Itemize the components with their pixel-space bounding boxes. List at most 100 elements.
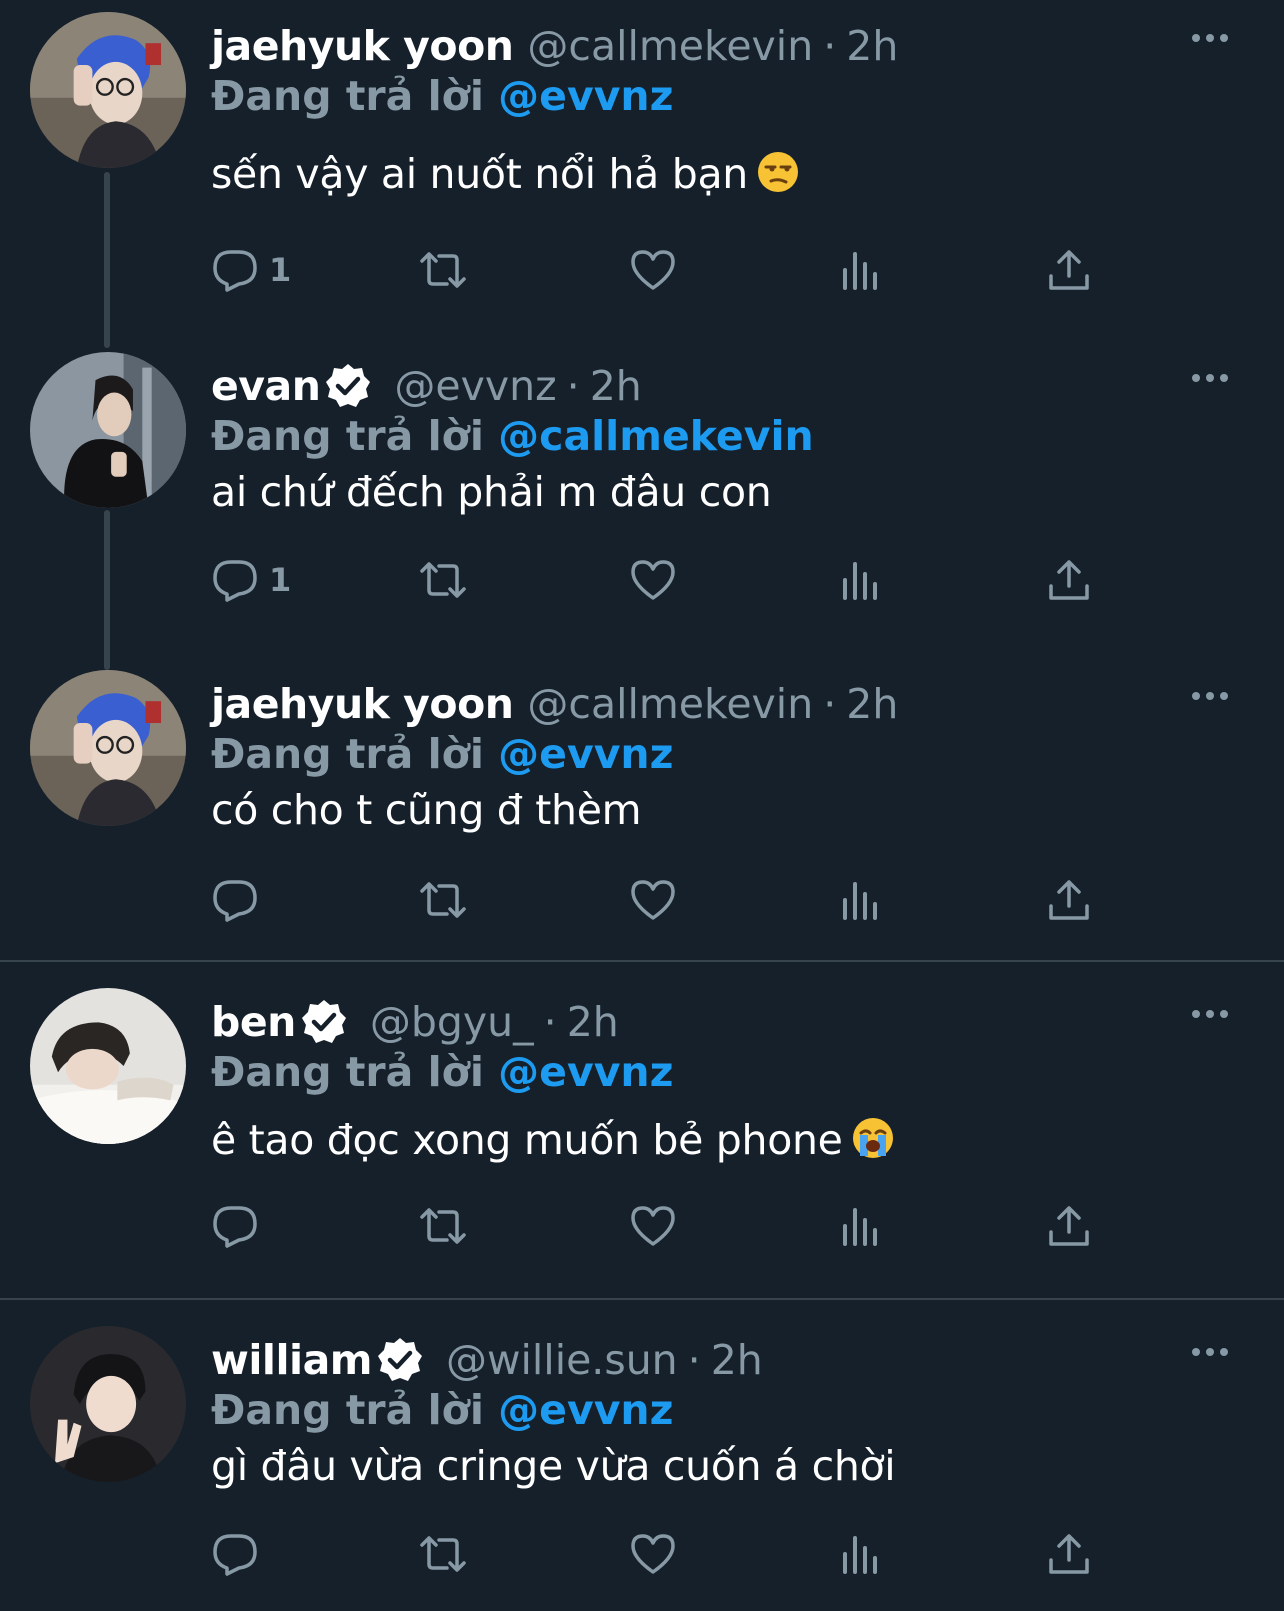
views-button[interactable] bbox=[837, 242, 885, 298]
separator-dot: · bbox=[823, 22, 837, 70]
mention-link[interactable]: @evvnz bbox=[498, 72, 673, 120]
avatar[interactable] bbox=[30, 670, 186, 826]
heart-icon bbox=[631, 560, 675, 600]
verified-badge-icon bbox=[376, 1336, 424, 1384]
timestamp[interactable]: 2h bbox=[711, 1336, 763, 1384]
share-button[interactable] bbox=[1045, 552, 1093, 608]
heart-icon bbox=[631, 880, 675, 920]
share-upload-icon bbox=[1049, 1206, 1089, 1246]
views-chart-icon bbox=[843, 252, 877, 290]
reply-button[interactable] bbox=[211, 1198, 269, 1254]
retweet-button[interactable] bbox=[419, 872, 467, 928]
replying-to-label: Đang trả lời bbox=[211, 412, 484, 460]
share-button[interactable] bbox=[1045, 872, 1093, 928]
more-options-icon[interactable] bbox=[1190, 1344, 1230, 1360]
more-options-icon[interactable] bbox=[1190, 1006, 1230, 1022]
display-name[interactable]: evan bbox=[211, 362, 321, 410]
reply-button[interactable]: 1 bbox=[211, 242, 291, 298]
mention-link[interactable]: @evvnz bbox=[498, 1048, 673, 1096]
views-button[interactable] bbox=[837, 872, 885, 928]
loudly-crying-face-icon bbox=[851, 1116, 895, 1160]
heart-icon bbox=[631, 1206, 675, 1246]
timestamp[interactable]: 2h bbox=[567, 998, 619, 1046]
replying-to: Đang trả lời @evvnz bbox=[211, 730, 673, 778]
reply-bubble-icon bbox=[213, 250, 257, 292]
reply-bubble-icon bbox=[213, 560, 257, 602]
replying-to: Đang trả lời @evvnz bbox=[211, 1386, 673, 1434]
like-button[interactable] bbox=[629, 1198, 677, 1254]
display-name[interactable]: jaehyuk yoon bbox=[211, 680, 514, 728]
user-handle[interactable]: @callmekevin bbox=[527, 22, 813, 70]
heart-icon bbox=[631, 250, 675, 290]
display-name[interactable]: jaehyuk yoon bbox=[211, 22, 514, 70]
reply-count: 1 bbox=[269, 251, 292, 289]
replying-to: Đang trả lời @evvnz bbox=[211, 72, 673, 120]
like-button[interactable] bbox=[629, 552, 677, 608]
retweet-button[interactable] bbox=[419, 1198, 467, 1254]
replying-to-label: Đang trả lời bbox=[211, 730, 484, 778]
avatar[interactable] bbox=[30, 1326, 186, 1482]
views-chart-icon bbox=[843, 882, 877, 920]
avatar[interactable] bbox=[30, 988, 186, 1144]
tweet[interactable]: william @willie.sun · 2h Đang trả lời @e… bbox=[0, 1314, 1284, 1611]
more-options-icon[interactable] bbox=[1190, 688, 1230, 704]
views-button[interactable] bbox=[837, 1198, 885, 1254]
user-handle[interactable]: @evvnz bbox=[394, 362, 556, 410]
user-handle[interactable]: @bgyu_ bbox=[370, 998, 534, 1046]
tweet-text-content: có cho t cũng đ thèm bbox=[211, 786, 642, 834]
retweet-icon bbox=[420, 562, 466, 598]
timestamp[interactable]: 2h bbox=[590, 362, 642, 410]
like-button[interactable] bbox=[629, 1526, 677, 1582]
share-button[interactable] bbox=[1045, 1198, 1093, 1254]
mention-link[interactable]: @callmekevin bbox=[498, 412, 814, 460]
tweet[interactable]: jaehyuk yoon @callmekevin · 2h Đang trả … bbox=[0, 658, 1284, 960]
retweet-button[interactable] bbox=[419, 242, 467, 298]
reply-button[interactable] bbox=[211, 872, 269, 928]
tweet-text: sến vậy ai nuốt nổi hả bạn bbox=[211, 150, 800, 198]
separator-dot: · bbox=[543, 998, 557, 1046]
user-handle[interactable]: @willie.sun bbox=[446, 1336, 678, 1384]
timestamp[interactable]: 2h bbox=[846, 22, 898, 70]
tweet-text: có cho t cũng đ thèm bbox=[211, 786, 642, 834]
avatar[interactable] bbox=[30, 352, 186, 508]
views-button[interactable] bbox=[837, 552, 885, 608]
share-upload-icon bbox=[1049, 560, 1089, 600]
replying-to-label: Đang trả lời bbox=[211, 1386, 484, 1434]
replying-to: Đang trả lời @callmekevin bbox=[211, 412, 814, 460]
retweet-icon bbox=[420, 1208, 466, 1244]
mention-link[interactable]: @evvnz bbox=[498, 1386, 673, 1434]
share-button[interactable] bbox=[1045, 1526, 1093, 1582]
timestamp[interactable]: 2h bbox=[846, 680, 898, 728]
views-chart-icon bbox=[843, 1208, 877, 1246]
tweet[interactable]: ben @bgyu_ · 2h Đang trả lời @evvnz ê ta… bbox=[0, 976, 1284, 1298]
more-options-icon[interactable] bbox=[1190, 370, 1230, 386]
mention-link[interactable]: @evvnz bbox=[498, 730, 673, 778]
separator-dot: · bbox=[566, 362, 580, 410]
tweet-text-content: sến vậy ai nuốt nổi hả bạn bbox=[211, 150, 748, 198]
retweet-icon bbox=[420, 1536, 466, 1572]
more-options-icon[interactable] bbox=[1190, 30, 1230, 46]
reply-count: 1 bbox=[269, 561, 292, 599]
reply-button[interactable] bbox=[211, 1526, 269, 1582]
like-button[interactable] bbox=[629, 872, 677, 928]
display-name[interactable]: william bbox=[211, 1336, 372, 1384]
retweet-icon bbox=[420, 252, 466, 288]
tweet-divider bbox=[0, 960, 1284, 962]
views-chart-icon bbox=[843, 562, 877, 600]
reply-bubble-icon bbox=[213, 880, 257, 922]
share-upload-icon bbox=[1049, 880, 1089, 920]
like-button[interactable] bbox=[629, 242, 677, 298]
verified-badge-icon bbox=[324, 362, 372, 410]
display-name[interactable]: ben bbox=[211, 998, 296, 1046]
retweet-button[interactable] bbox=[419, 1526, 467, 1582]
tweet-text-content: gì đâu vừa cringe vừa cuốn á chời bbox=[211, 1442, 896, 1490]
user-handle[interactable]: @callmekevin bbox=[527, 680, 813, 728]
retweet-button[interactable] bbox=[419, 552, 467, 608]
reply-button[interactable]: 1 bbox=[211, 552, 291, 608]
share-button[interactable] bbox=[1045, 242, 1093, 298]
views-button[interactable] bbox=[837, 1526, 885, 1582]
tweet[interactable]: jaehyuk yoon @callmekevin · 2h Đang trả … bbox=[0, 0, 1284, 340]
tweet[interactable]: evan @evvnz · 2h Đang trả lời @callmekev… bbox=[0, 340, 1284, 658]
avatar[interactable] bbox=[30, 12, 186, 168]
verified-badge-icon bbox=[300, 998, 348, 1046]
